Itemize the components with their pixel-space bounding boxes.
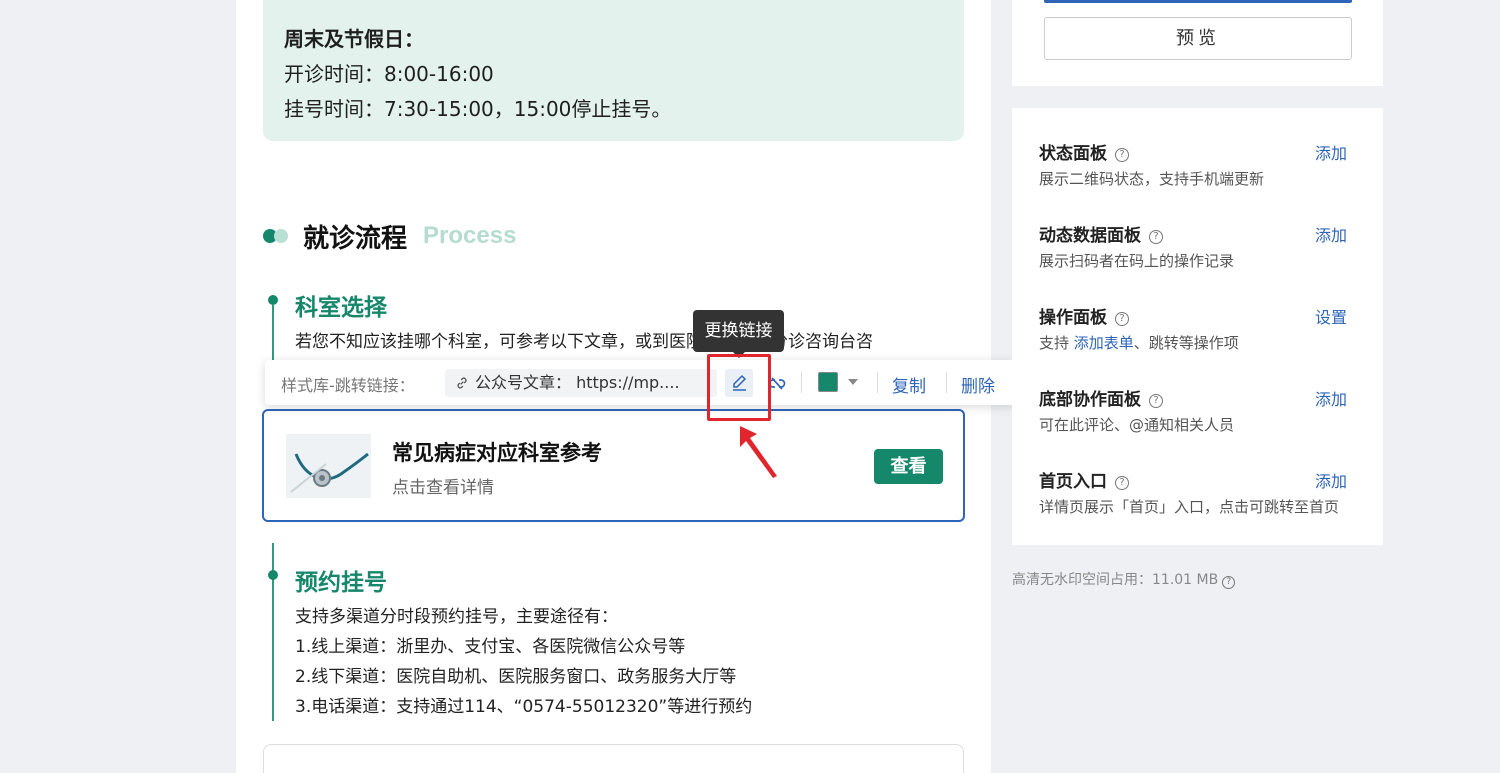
setting-desc: 展示二维码状态，支持手机端更新 xyxy=(1039,170,1265,188)
section-header: 就诊流程 Process xyxy=(263,218,516,254)
add-button[interactable]: 添加 xyxy=(1315,468,1347,492)
help-icon[interactable]: ? xyxy=(1149,230,1163,244)
hours-register-time: 挂号时间：7:30-15:00，15:00停止挂号。 xyxy=(284,97,672,121)
annotation-highlight-box xyxy=(707,354,771,421)
link-card-subtitle: 点击查看详情 xyxy=(392,478,494,498)
storage-text: 高清无水印空间占用：11.01 MB xyxy=(1012,572,1219,588)
toolbar-divider xyxy=(801,372,802,393)
add-form-link[interactable]: 添加表单 xyxy=(1074,334,1134,352)
setting-title: 动态数据面板 xyxy=(1039,226,1141,246)
step-body-line: 支持多渠道分时段预约挂号，主要途径有： xyxy=(295,607,618,627)
toolbar-divider xyxy=(946,372,947,393)
step-body-line: 1.线上渠道：浙里办、支付宝、各医院微信公众号等 xyxy=(295,637,686,657)
link-toolbar: 样式库-跳转链接： 公众号文章： https://mp.... 复制 删除 xyxy=(265,360,1015,405)
section-dots-icon xyxy=(263,228,293,244)
step-dot-icon xyxy=(268,570,278,580)
setting-title: 操作面板 xyxy=(1039,308,1107,328)
help-icon[interactable]: ? xyxy=(1115,312,1129,326)
section-title: 就诊流程 xyxy=(303,223,408,254)
copy-button[interactable]: 复制 xyxy=(892,372,926,397)
step-title: 科室选择 xyxy=(295,295,387,321)
link-chip[interactable]: 公众号文章： https://mp.... xyxy=(445,369,717,397)
hours-open-time: 开诊时间：8:00-16:00 xyxy=(284,62,494,86)
setting-desc: 支持 添加表单、跳转等操作项 xyxy=(1039,332,1239,353)
setting-desc: 可在此评论、@通知相关人员 xyxy=(1039,416,1235,434)
desc-text: 、跳转等操作项 xyxy=(1133,334,1239,352)
preview-button[interactable]: 预览 xyxy=(1044,17,1352,60)
add-button[interactable]: 添加 xyxy=(1315,140,1347,164)
tooltip-change-link: 更换链接 xyxy=(693,310,784,358)
link-card-title: 常见病症对应科室参考 xyxy=(392,441,602,465)
step-body-line: 若您不知应该挂哪个科室，可参考以下文章，或到医院一楼预检分诊咨询台咨 xyxy=(295,332,873,352)
desc-text: 支持 xyxy=(1039,334,1074,352)
chevron-down-icon[interactable] xyxy=(848,379,858,385)
add-button[interactable]: 添加 xyxy=(1315,386,1347,410)
setting-desc: 展示扫码者在码上的操作记录 xyxy=(1039,252,1235,270)
primary-button-edge[interactable] xyxy=(1044,0,1352,3)
help-icon[interactable]: ? xyxy=(1149,394,1163,408)
step-body-line: 2.线下渠道：医院自助机、医院服务窗口、政务服务大厅等 xyxy=(295,667,737,687)
view-button[interactable]: 查看 xyxy=(874,449,943,484)
help-icon[interactable]: ? xyxy=(1222,576,1236,589)
section-subtitle: Process xyxy=(423,222,517,249)
preview-panel: 预览 xyxy=(1012,0,1383,86)
link-card[interactable]: 常见病症对应科室参考 点击查看详情 查看 xyxy=(262,409,965,522)
step-line xyxy=(272,304,274,360)
setting-title: 状态面板 xyxy=(1039,144,1107,164)
hours-card[interactable]: 周末及节假日： 开诊时间：8:00-16:00 挂号时间：7:30-15:00，… xyxy=(263,0,964,141)
hours-title: 周末及节假日： xyxy=(284,27,424,51)
stethoscope-thumbnail xyxy=(286,434,371,498)
color-swatch[interactable] xyxy=(818,372,838,392)
toolbar-divider xyxy=(877,372,878,393)
add-button[interactable]: 添加 xyxy=(1315,222,1347,246)
toolbar-label: 样式库-跳转链接： xyxy=(281,376,415,395)
settings-panel: 状态面板? 添加 展示二维码状态，支持手机端更新 动态数据面板? 添加 展示扫码… xyxy=(1012,108,1383,545)
link-chip-text: 公众号文章： https://mp.... xyxy=(475,373,680,392)
help-icon[interactable]: ? xyxy=(1115,476,1129,490)
step-body-line: 3.电话渠道：支持通过114、“0574-55012320”等进行预约 xyxy=(295,697,753,717)
storage-usage: 高清无水印空间占用：11.01 MB? xyxy=(1012,569,1236,589)
setting-title: 首页入口 xyxy=(1039,472,1107,492)
settings-button[interactable]: 设置 xyxy=(1315,304,1347,328)
annotation-arrow-icon xyxy=(740,426,777,478)
delete-button[interactable]: 删除 xyxy=(961,372,995,397)
link-icon xyxy=(457,377,467,389)
help-icon[interactable]: ? xyxy=(1115,148,1129,162)
step-title: 预约挂号 xyxy=(295,570,387,596)
setting-desc: 详情页展示「首页」入口，点击可跳转至首页 xyxy=(1039,498,1340,516)
next-card[interactable] xyxy=(263,744,964,773)
setting-title: 底部协作面板 xyxy=(1039,390,1141,410)
